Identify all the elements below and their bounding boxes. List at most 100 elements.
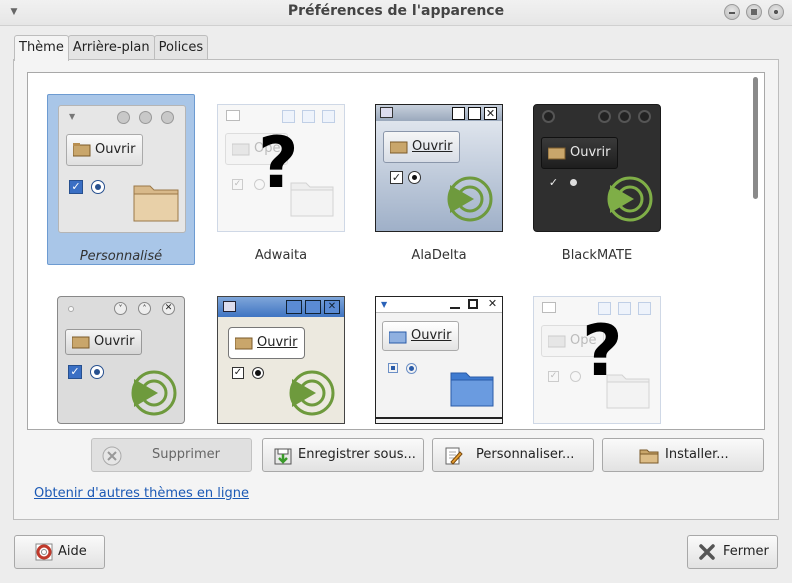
window-icon — [223, 301, 236, 312]
edit-document-icon — [445, 447, 463, 465]
preview-open-label: Ouvrir — [257, 335, 298, 350]
more-themes-link[interactable]: Obtenir d'autres thèmes en ligne — [34, 486, 249, 501]
window-title: Préférences de l'apparence — [287, 3, 505, 19]
minimize-icon — [286, 300, 302, 314]
menu-icon — [68, 306, 74, 312]
minimize-icon — [450, 299, 460, 309]
checkbox-icon — [388, 363, 398, 373]
maximize-icon — [468, 107, 481, 120]
tab-fonts[interactable]: Polices — [153, 35, 209, 60]
theme-preview: Ope ✓ ? — [533, 296, 661, 424]
theme-tile[interactable]: Ope ✓ ? — [523, 286, 671, 429]
help-button-label: Aide — [58, 544, 87, 559]
maximize-icon — [139, 111, 152, 124]
checkbox-icon: ✓ — [548, 371, 559, 382]
folder-icon — [389, 331, 407, 344]
radio-icon — [406, 363, 417, 374]
preview-open-button: Ouvrir — [541, 137, 619, 169]
preview-open-label: Ouvrir — [95, 142, 136, 157]
theme-tile[interactable]: ✕ Ouvrir ✓ — [207, 286, 355, 429]
maximize-icon — [468, 299, 478, 309]
install-button[interactable]: Installer... — [602, 438, 764, 472]
radio-icon — [570, 179, 577, 186]
tab-background[interactable]: Arrière-plan — [67, 35, 155, 60]
mate-logo-icon — [447, 176, 493, 222]
theme-preview: ▼ Ouvrir ✓ — [58, 105, 186, 233]
delete-button-label: Supprimer — [152, 447, 220, 462]
maximize-icon — [618, 110, 631, 123]
install-button-label: Installer... — [665, 447, 729, 462]
minimize-icon — [452, 107, 465, 120]
maximize-icon: ˄ — [138, 302, 151, 315]
theme-grid: ▼ Ouvrir ✓ Personnalisé Ope ✓ ? Adwaita … — [27, 72, 765, 430]
maximize-icon[interactable] — [746, 4, 762, 20]
folder-icon — [450, 372, 494, 407]
mate-logo-icon — [607, 176, 653, 222]
theme-preview: ✕ Ouvrir ✓ — [217, 296, 345, 424]
preview-open-label: Ouvrir — [94, 334, 135, 349]
checkbox-icon: ✓ — [69, 180, 83, 194]
maximize-icon — [302, 110, 315, 123]
theme-preview: Ouvrir ✓ — [533, 104, 661, 232]
save-as-button[interactable]: Enregistrer sous... — [262, 438, 424, 472]
folder-icon — [235, 337, 253, 350]
theme-preview: ▼ ✕ Ouvrir — [375, 296, 503, 424]
theme-tile[interactable]: ˅ ˄ ✕ Ouvrir ✓ — [47, 286, 195, 429]
save-as-button-label: Enregistrer sous... — [298, 447, 416, 462]
preview-open-label: Ouvrir — [412, 139, 453, 154]
preview-open-button: Ouvrir — [228, 327, 306, 359]
theme-tile-personnalise[interactable]: ▼ Ouvrir ✓ Personnalisé — [47, 94, 195, 265]
radio-icon — [570, 371, 581, 382]
delete-button[interactable]: Supprimer — [91, 438, 252, 472]
title-bar: ▼ Préférences de l'apparence — [0, 0, 792, 26]
mate-logo-icon — [289, 370, 335, 416]
customize-button-label: Personnaliser... — [476, 447, 575, 462]
scrollbar-thumb[interactable] — [753, 77, 758, 199]
theme-preview: ˅ ˄ ✕ Ouvrir ✓ — [57, 296, 185, 424]
close-icon: ✕ — [487, 297, 498, 310]
folder-icon — [548, 335, 566, 348]
preview-titlebar — [376, 297, 502, 313]
help-lifebuoy-icon — [35, 543, 53, 561]
folder-icon — [548, 147, 566, 160]
minimize-icon — [598, 110, 611, 123]
folder-icon — [73, 143, 91, 157]
help-button[interactable]: Aide — [14, 535, 105, 569]
mate-logo-icon — [131, 370, 177, 416]
checkbox-icon: ✓ — [548, 176, 559, 189]
theme-tile[interactable]: ▼ ✕ Ouvrir — [365, 286, 513, 429]
checkbox-icon: ✓ — [390, 171, 403, 184]
preview-open-label: Ouvrir — [570, 145, 611, 160]
save-download-icon — [274, 448, 292, 465]
theme-grid-scrollbar[interactable] — [750, 75, 762, 427]
close-icon: ✕ — [162, 302, 175, 315]
theme-name: AlaDelta — [411, 248, 467, 263]
window-icon — [226, 110, 240, 121]
close-button[interactable]: Fermer — [687, 535, 778, 569]
preview-open-button: Ouvrir — [66, 134, 144, 166]
preview-open-button: Ouvrir — [65, 329, 143, 355]
folder-icon — [390, 141, 408, 154]
theme-tile-adwaita[interactable]: Ope ✓ ? Adwaita — [207, 94, 355, 265]
close-icon: ✕ — [484, 107, 497, 120]
minimize-icon[interactable] — [724, 4, 740, 20]
theme-preview: ✕ Ouvrir ✓ — [375, 104, 503, 232]
close-icon — [638, 302, 651, 315]
menu-icon — [542, 110, 555, 123]
close-icon — [638, 110, 651, 123]
customize-button[interactable]: Personnaliser... — [432, 438, 594, 472]
theme-name: BlackMATE — [561, 248, 633, 263]
theme-tile-blackmate[interactable]: Ouvrir ✓ BlackMATE — [523, 94, 671, 265]
window-icon — [380, 107, 393, 118]
checkbox-icon: ✓ — [68, 365, 82, 379]
unknown-theme-question-icon: ? — [582, 310, 623, 392]
folder-icon — [133, 185, 179, 222]
theme-tile-aladelta[interactable]: ✕ Ouvrir ✓ AlaDelta — [365, 94, 513, 265]
theme-preview: Ope ✓ ? — [217, 104, 345, 232]
close-window-icon[interactable] — [768, 4, 784, 20]
close-icon — [322, 110, 335, 123]
tab-theme[interactable]: Thème — [14, 35, 69, 61]
circle-x-icon — [102, 446, 122, 466]
window-icon — [542, 302, 556, 313]
preview-open-label: Ouvrir — [411, 328, 452, 343]
